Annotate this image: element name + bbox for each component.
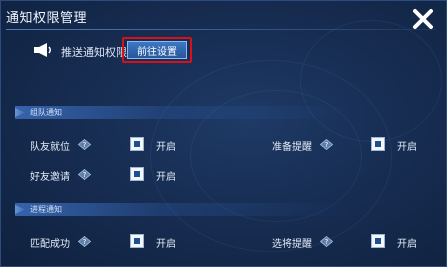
row-label-hero-select-reminder: 选将提醒 xyxy=(272,239,312,250)
row-label-teammate-ready: 队友就位 xyxy=(30,142,70,153)
close-button[interactable] xyxy=(410,6,436,32)
state-label-match-success: 开启 xyxy=(156,239,176,250)
checkbox-match-success[interactable] xyxy=(130,234,144,248)
checkbox-ready-reminder[interactable] xyxy=(371,137,385,151)
state-label-ready-reminder: 开启 xyxy=(397,142,417,153)
megaphone-icon xyxy=(34,43,51,57)
help-diamond-icon[interactable]: ? xyxy=(320,139,333,150)
row-label-ready-reminder: 准备提醒 xyxy=(272,142,312,153)
help-diamond-icon[interactable]: ? xyxy=(78,236,91,247)
svg-text:?: ? xyxy=(83,141,87,149)
svg-text:?: ? xyxy=(83,171,87,179)
help-diamond-icon[interactable]: ? xyxy=(320,236,333,247)
close-icon xyxy=(413,9,433,29)
state-label-friend-invite: 开启 xyxy=(156,172,176,183)
section-header-process: 进程通知 xyxy=(15,203,435,216)
state-label-teammate-ready: 开启 xyxy=(156,142,176,153)
help-diamond-icon[interactable]: ? xyxy=(78,169,91,180)
checkbox-hero-select-reminder[interactable] xyxy=(371,234,385,248)
section-header-team: 组队通知 xyxy=(15,106,435,119)
goto-settings-highlight: 前往设置 xyxy=(122,37,192,63)
checkbox-mark xyxy=(375,238,381,244)
help-diamond-icon[interactable]: ? xyxy=(78,139,91,150)
checkbox-mark xyxy=(134,171,140,177)
svg-text:?: ? xyxy=(325,141,329,149)
goto-settings-button[interactable]: 前往设置 xyxy=(127,41,187,59)
checkbox-teammate-ready[interactable] xyxy=(130,137,144,151)
svg-text:?: ? xyxy=(83,238,87,246)
checkbox-friend-invite[interactable] xyxy=(130,167,144,181)
checkbox-mark xyxy=(375,141,381,147)
state-label-hero-select-reminder: 开启 xyxy=(397,239,417,250)
row-label-friend-invite: 好友邀请 xyxy=(30,172,70,183)
svg-text:?: ? xyxy=(325,238,329,246)
checkbox-mark xyxy=(134,238,140,244)
row-label-match-success: 匹配成功 xyxy=(30,239,70,250)
title-divider xyxy=(6,29,436,30)
push-permission-label: 推送通知权限 xyxy=(61,46,127,59)
dialog-title: 通知权限管理 xyxy=(6,11,88,26)
checkbox-mark xyxy=(134,141,140,147)
background-swirl xyxy=(300,20,442,142)
